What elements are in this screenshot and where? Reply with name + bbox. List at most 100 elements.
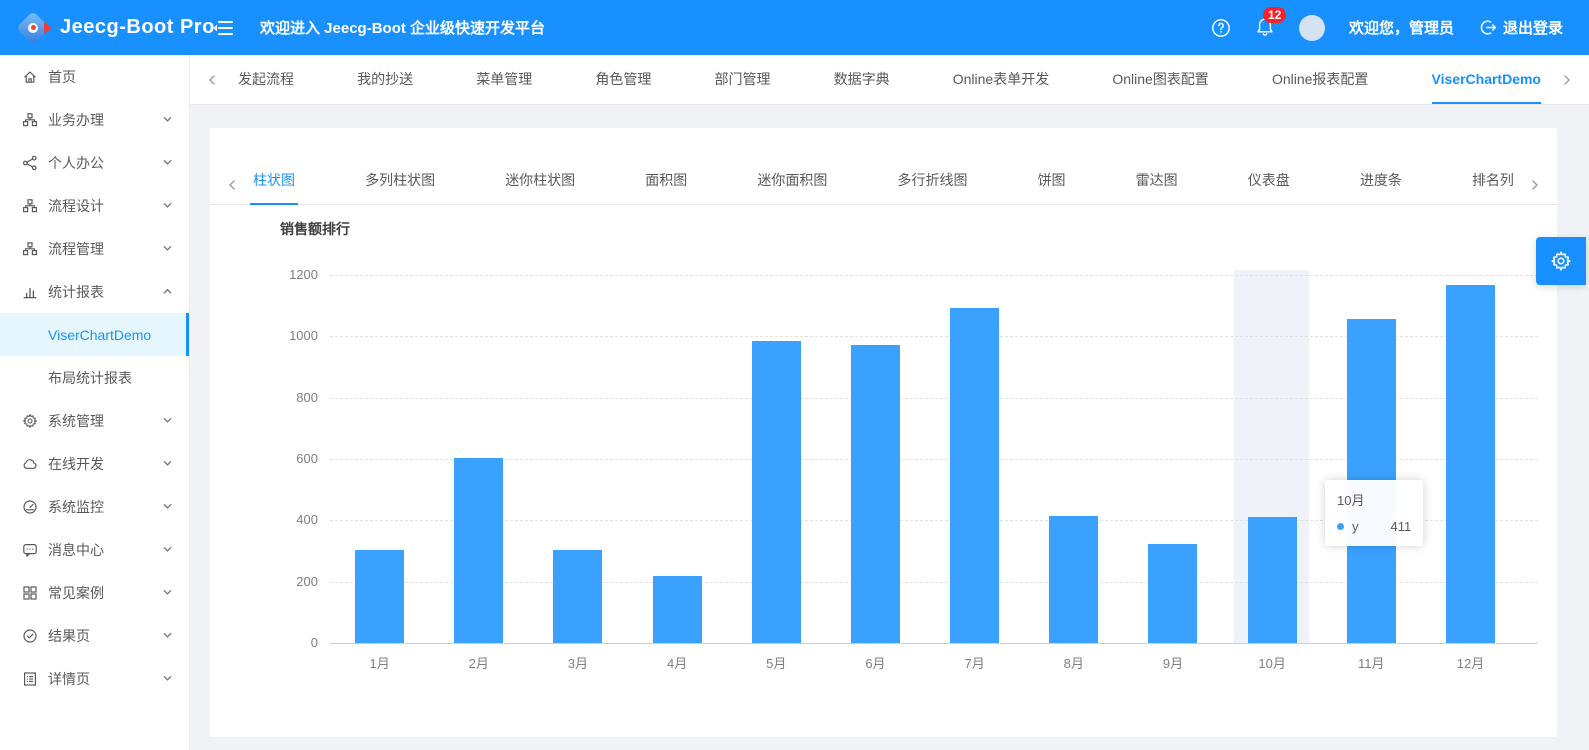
chevron-down-icon: [162, 114, 173, 125]
logo[interactable]: Jeecg-Boot Pro: [0, 10, 214, 45]
tab-scroll-right-icon[interactable]: [1555, 55, 1579, 104]
bar-chart-icon: [22, 284, 38, 300]
chevron-down-icon: [162, 630, 173, 641]
sidebar-item-statistics[interactable]: 统计报表: [0, 270, 189, 313]
apartment-icon: [22, 198, 38, 214]
chart-tabs-scroll-right-icon[interactable]: [1527, 166, 1543, 204]
chart-tab-gauge[interactable]: 仪表盘: [1245, 157, 1293, 205]
bar-8月[interactable]: [1049, 516, 1099, 643]
tab-scroll-left-icon[interactable]: [200, 55, 224, 104]
series-marker-dot: [1337, 523, 1344, 530]
bar-6月[interactable]: [850, 345, 900, 643]
tab-start-process[interactable]: 发起流程: [238, 55, 294, 104]
chart-title: 销售额排行: [280, 221, 350, 237]
logout-button[interactable]: 退出登录: [1478, 17, 1563, 38]
sidebar-item-detail-page[interactable]: 详情页: [0, 657, 189, 700]
tooltip-series-name: y: [1352, 519, 1359, 534]
x-axis-line: [330, 643, 1538, 644]
bar-9月[interactable]: [1148, 544, 1198, 643]
bar-3月[interactable]: [553, 550, 603, 643]
avatar[interactable]: [1298, 14, 1325, 41]
logout-icon: [1480, 20, 1497, 35]
sidebar-item-result-page[interactable]: 结果页: [0, 614, 189, 657]
tab-menu-manage[interactable]: 菜单管理: [476, 55, 532, 104]
sidebar-item-label: 布局统计报表: [48, 369, 132, 386]
chart-tab-list: 柱状图 多列柱状图 迷你柱状图 面积图 迷你面积图 多行折线图 饼图 雷达图 仪…: [240, 157, 1527, 205]
sidebar-item-home[interactable]: 首页: [0, 55, 189, 98]
tooltip-row: y 411: [1337, 519, 1411, 534]
chart-tab-multi-column[interactable]: 多列柱状图: [362, 157, 438, 205]
chart-tab-bar[interactable]: 柱状图: [250, 157, 298, 205]
bar-10月[interactable]: [1247, 517, 1297, 643]
top-header: Jeecg-Boot Pro 欢迎进入 Jeecg-Boot 企业级快速开发平台: [0, 0, 1589, 55]
chart-tab-pie[interactable]: 饼图: [1035, 157, 1069, 205]
bar-chart: 10月 y 411 1月 2月 3月 4月 5月 6月 7月 8月 9月 10月 11月 12月 0 2…: [210, 267, 1540, 675]
tab-my-cc[interactable]: 我的抄送: [357, 55, 413, 104]
tab-data-dict[interactable]: 数据字典: [834, 55, 890, 104]
chart-tab-area[interactable]: 面积图: [642, 157, 690, 205]
header-right: 12 欢迎您，管理员 退出登录: [1211, 7, 1589, 41]
chevron-down-icon: [162, 501, 173, 512]
sidebar-item-label: 流程设计: [48, 197, 104, 214]
bar-5月[interactable]: [751, 341, 801, 643]
home-icon: [22, 69, 38, 85]
bar-2月[interactable]: [454, 458, 504, 643]
logout-label: 退出登录: [1502, 20, 1563, 37]
chevron-down-icon: [162, 243, 173, 254]
sidebar-item-personal-office[interactable]: 个人办公: [0, 141, 189, 184]
apartment-icon: [22, 112, 38, 128]
sidebar-item-label: 个人办公: [48, 154, 104, 171]
sidebar-item-business[interactable]: 业务办理: [0, 98, 189, 141]
chart-tab-ranking[interactable]: 排名列: [1469, 157, 1517, 205]
bar-1月[interactable]: [355, 550, 405, 643]
tab-online-chart[interactable]: Online图表配置: [1112, 55, 1208, 104]
x-axis-tick-label: 2月: [468, 656, 489, 671]
profile-icon: [22, 671, 38, 687]
sidebar-item-label: 系统管理: [48, 412, 104, 429]
chart-tabs-scroll-left-icon[interactable]: [224, 166, 240, 204]
content-area: 柱状图 多列柱状图 迷你柱状图 面积图 迷你面积图 多行折线图 饼图 雷达图 仪…: [190, 105, 1589, 750]
logo-diamond-icon: [16, 10, 52, 45]
sidebar-item-label: 详情页: [48, 670, 90, 687]
sidebar-item-system-manage[interactable]: 系统管理: [0, 399, 189, 442]
sidebar-item-viserchartdemo[interactable]: ViserChartDemo: [0, 313, 189, 356]
bar-4月[interactable]: [652, 576, 702, 643]
tab-online-report[interactable]: Online报表配置: [1272, 55, 1368, 104]
sidebar-item-common-cases[interactable]: 常见案例: [0, 571, 189, 614]
logo-text: Jeecg-Boot Pro: [60, 16, 215, 38]
tab-online-form[interactable]: Online表单开发: [953, 55, 1049, 104]
sidebar-item-label: 在线开发: [48, 455, 104, 472]
y-axis-tick-label: 800: [296, 390, 318, 405]
sidebar-item-message-center[interactable]: 消息中心: [0, 528, 189, 571]
sidebar-item-layout-statistics[interactable]: 布局统计报表: [0, 356, 189, 399]
sidebar-item-process-manage[interactable]: 流程管理: [0, 227, 189, 270]
chart-tab-radar[interactable]: 雷达图: [1133, 157, 1181, 205]
theme-settings-button[interactable]: [1536, 237, 1586, 285]
sidebar-item-system-monitor[interactable]: 系统监控: [0, 485, 189, 528]
chart-tab-mini-area[interactable]: 迷你面积图: [754, 157, 830, 205]
bar-12月[interactable]: [1445, 285, 1495, 643]
gear-icon: [1551, 251, 1571, 271]
chevron-down-icon: [162, 200, 173, 211]
chart-tab-mini-bar[interactable]: 迷你柱状图: [502, 157, 578, 205]
tab-viserchartdemo[interactable]: ViserChartDemo: [1431, 55, 1541, 104]
sidebar-item-label: 业务办理: [48, 111, 104, 128]
sidebar-item-label: 消息中心: [48, 541, 104, 558]
x-axis-tick-label: 3月: [567, 656, 589, 671]
sidebar-item-process-design[interactable]: 流程设计: [0, 184, 189, 227]
sidebar-item-online-dev[interactable]: 在线开发: [0, 442, 189, 485]
notification-bell-icon[interactable]: 12: [1255, 7, 1287, 38]
tab-dept-manage[interactable]: 部门管理: [715, 55, 771, 104]
check-circle-icon: [22, 628, 38, 644]
menu-fold-icon[interactable]: [212, 18, 234, 38]
user-greeting[interactable]: 欢迎您，管理员: [1349, 17, 1454, 38]
help-icon[interactable]: [1211, 18, 1231, 38]
app-window: Jeecg-Boot Pro 欢迎进入 Jeecg-Boot 企业级快速开发平台: [0, 0, 1589, 750]
chart-type-tabs: 柱状图 多列柱状图 迷你柱状图 面积图 迷你面积图 多行折线图 饼图 雷达图 仪…: [210, 128, 1557, 205]
sidebar-item-label: ViserChartDemo: [48, 326, 152, 343]
sidebar-item-label: 首页: [48, 68, 76, 85]
tab-role-manage[interactable]: 角色管理: [595, 55, 651, 104]
bar-7月[interactable]: [950, 308, 1000, 643]
chart-tab-multi-line[interactable]: 多行折线图: [894, 157, 970, 205]
chart-tab-progress[interactable]: 进度条: [1357, 157, 1405, 205]
